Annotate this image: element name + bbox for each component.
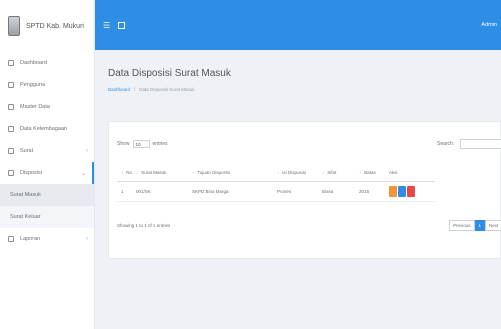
share-icon — [8, 170, 14, 176]
sort-icon: ↕ — [136, 169, 139, 175]
table-header-row: ↕ No ↕ Surat Masuk ↕ Tujuan Disposisi ↕ Isi … — [117, 164, 436, 182]
table-row: 1 001/SK SKPD Bina Marga Proses Biasa 20… — [117, 181, 436, 202]
sidebar-item-surat[interactable]: Surat ‹ — [0, 140, 94, 162]
sidebar-item-kelembagaan[interactable]: Data Kelembagaan — [0, 118, 94, 140]
sort-icon: ↕ — [192, 169, 195, 175]
user-menu[interactable]: Admin — [481, 22, 497, 28]
table-cell: 1 — [117, 181, 133, 202]
entries-length-control: Show 10 entries — [117, 140, 168, 148]
delete-button[interactable] — [407, 185, 416, 197]
column-header-batas[interactable]: ↕ Batas — [355, 164, 386, 182]
detail-button[interactable] — [389, 185, 398, 197]
fullscreen-icon[interactable] — [118, 21, 126, 29]
content-card: Show 10 entries Search: ↕ No ↕ Surat Masuk… — [108, 121, 501, 259]
submenu-item-label: Surat Keluar — [10, 214, 41, 220]
sidebar-item-dashboard[interactable]: Dashboard — [0, 52, 94, 74]
sort-icon: ↕ — [277, 169, 280, 175]
sidebar: SPTD Kab. Mukuri Dashboard Pengguna Mast… — [0, 0, 95, 329]
brand-title: SPTD Kab. Mukuri — [26, 22, 84, 30]
sort-icon: ↕ — [359, 169, 362, 175]
action-cell — [385, 181, 436, 202]
chevron-left-icon: ‹ — [86, 148, 88, 154]
sidebar-item-pengguna[interactable]: Pengguna — [0, 74, 94, 96]
pagination-next[interactable]: Next — [485, 220, 501, 231]
submenu-item-surat-masuk[interactable]: Surat Masuk — [0, 184, 94, 206]
table-cell: Proses — [273, 181, 319, 202]
chevron-down-icon: ⌄ — [80, 170, 86, 177]
pagination-previous[interactable]: Previous — [449, 220, 475, 231]
sort-icon: ↕ — [322, 169, 325, 175]
top-navbar: ☰ Admin — [95, 0, 501, 50]
entries-label: entries — [152, 141, 168, 147]
brand[interactable]: SPTD Kab. Mukuri — [0, 0, 94, 52]
sidebar-item-disposisi[interactable]: Disposisi ⌄ — [0, 162, 94, 184]
user-icon — [8, 82, 14, 88]
submenu-item-label: Surat Masuk — [10, 192, 41, 198]
brand-logo-icon — [8, 16, 20, 36]
sidebar-item-label: Surat — [20, 148, 34, 154]
column-header-tujuan[interactable]: ↕ Tujuan Disposisi — [188, 164, 274, 182]
search-control: Search: — [437, 139, 501, 149]
search-label: Search: — [437, 141, 455, 147]
column-header-surat-masuk[interactable]: ↕ Surat Masuk — [132, 164, 189, 182]
table-cell: 2018 — [355, 181, 386, 202]
home-icon — [8, 60, 14, 66]
pagination: Previous 1 Next — [449, 220, 501, 231]
report-icon — [8, 236, 14, 242]
sidebar-menu: Dashboard Pengguna Master Data Data Kele… — [0, 52, 94, 184]
building-icon — [8, 126, 14, 132]
sidebar-item-label: Dashboard — [20, 60, 47, 66]
column-header-aksi: Aksi — [385, 164, 436, 182]
sidebar-item-label: Data Kelembagaan — [20, 126, 68, 132]
sidebar-item-label: Master Data — [20, 104, 50, 110]
sidebar-item-label: Pengguna — [20, 82, 46, 88]
database-icon — [8, 104, 14, 110]
page-header: Data Disposisi Surat Masuk Dashboard / D… — [95, 50, 501, 110]
breadcrumb: Dashboard / Data Disposisi Surat Masuk — [108, 87, 501, 92]
column-header-isi[interactable]: ↕ Isi Disposisi — [273, 164, 319, 182]
sidebar-item-laporan[interactable]: Laporan ‹ — [0, 228, 94, 250]
entries-select[interactable]: 10 — [132, 140, 150, 148]
edit-button[interactable] — [398, 185, 407, 197]
sidebar-item-label: Disposisi — [20, 170, 43, 176]
column-header-sifat[interactable]: ↕ Sifat — [318, 164, 356, 182]
search-input[interactable] — [460, 139, 501, 149]
table-cell: Biasa — [318, 181, 356, 202]
menu-toggle-icon[interactable]: ☰ — [103, 21, 110, 30]
sort-icon: ↕ — [121, 169, 124, 175]
breadcrumb-current: Data Disposisi Surat Masuk — [139, 87, 195, 92]
table-info: Showing 1 to 1 of 1 entries — [117, 223, 171, 228]
submenu-item-surat-keluar[interactable]: Surat Keluar — [0, 206, 94, 228]
disposisi-submenu: Surat Masuk Surat Keluar — [0, 184, 94, 228]
breadcrumb-separator: / — [134, 87, 136, 92]
disposisi-table: ↕ No ↕ Surat Masuk ↕ Tujuan Disposisi ↕ Isi … — [117, 164, 436, 202]
show-label: Show — [117, 141, 130, 147]
page-title: Data Disposisi Surat Masuk — [108, 68, 231, 79]
table-cell: SKPD Bina Marga — [188, 181, 274, 202]
table-cell: 001/SK — [132, 181, 189, 202]
breadcrumb-home-link[interactable]: Dashboard — [108, 87, 130, 92]
chevron-left-icon: ‹ — [86, 236, 88, 242]
mail-icon — [8, 148, 14, 154]
sidebar-item-label: Laporan — [20, 236, 41, 242]
pagination-page[interactable]: 1 — [474, 220, 486, 231]
column-header-no[interactable]: ↕ No — [117, 164, 133, 182]
sidebar-item-master-data[interactable]: Master Data — [0, 96, 94, 118]
table-controls: Show 10 entries Search: — [117, 139, 501, 149]
